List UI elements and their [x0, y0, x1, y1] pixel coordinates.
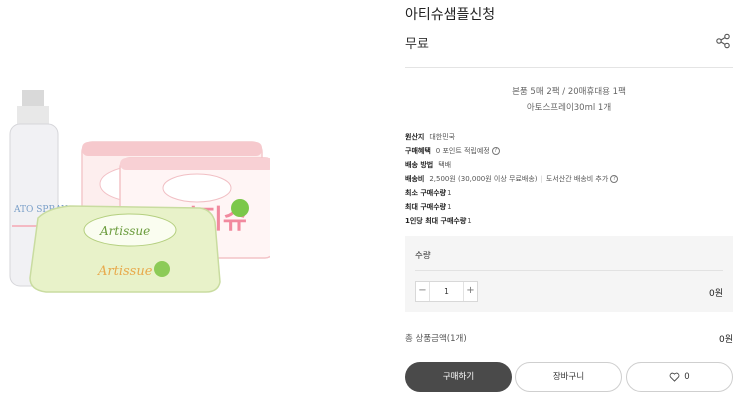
decrease-quantity-button[interactable]: − — [416, 282, 430, 301]
green-wipes-pack: Artissue Artissue — [29, 205, 221, 293]
min-qty-value: 1 — [447, 189, 452, 197]
info-benefit: 구매혜택 0 포인트 적립예정? — [405, 146, 500, 156]
min-qty-label: 최소 구매수량 — [405, 189, 447, 197]
add-to-cart-button[interactable]: 장바구니 — [515, 362, 622, 392]
origin-label: 원산지 — [405, 133, 425, 141]
max-qty-label: 최대 구매수량 — [405, 203, 447, 211]
svg-text:Artissue: Artissue — [99, 224, 150, 238]
ship-extra-fee: 도서산간 배송비 추가 — [545, 175, 609, 183]
description-line-1: 본품 5매 2팩 / 20매휴대용 1팩 — [512, 87, 626, 97]
quantity-stepper: − 1 + — [415, 281, 478, 302]
per-person-value: 1 — [467, 217, 472, 225]
wishlist-button[interactable]: 0 — [626, 362, 733, 392]
info-origin: 원산지 대한민국 — [405, 132, 455, 142]
product-price: 무료 — [405, 37, 429, 52]
benefit-label: 구매혜택 — [405, 147, 431, 155]
ship-method-label: 배송 방법 — [405, 161, 434, 169]
buy-now-button[interactable]: 구매하기 — [405, 362, 512, 392]
product-title: 아티슈샘플신청 — [405, 7, 496, 23]
max-qty-value: 1 — [447, 203, 452, 211]
wishlist-count: 0 — [684, 372, 690, 382]
info-ship-method: 배송 방법 택배 — [405, 160, 451, 170]
info-per-person-qty: 1인당 최대 구매수량1 — [405, 216, 472, 226]
share-icon[interactable] — [715, 33, 731, 49]
origin-value: 대한민국 — [429, 133, 456, 141]
info-min-qty: 최소 구매수량1 — [405, 188, 452, 198]
info-max-qty: 최대 구매수량1 — [405, 202, 452, 212]
ship-fee-label: 배송비 — [405, 175, 425, 183]
divider — [405, 67, 733, 68]
divider — [415, 270, 723, 271]
ship-method-value: 택배 — [438, 161, 452, 169]
total-label: 총 상품금액(1개) — [405, 334, 467, 344]
svg-text:Artissue: Artissue — [97, 264, 153, 279]
benefit-value: 0 포인트 적립예정 — [435, 147, 490, 155]
help-icon[interactable]: ? — [491, 147, 500, 155]
line-price: 0원 — [708, 289, 723, 299]
total-value: 0원 — [718, 335, 733, 345]
info-ship-fee: 배송비 2,500원 (30,000원 이상 무료배송) | 도서산간 배송비 추가? — [405, 174, 619, 184]
product-image: 아티슈 ATO SPRAY Artissue Artissue — [0, 60, 276, 310]
quantity-input[interactable]: 1 — [430, 282, 463, 301]
per-person-label: 1인당 최대 구매수량 — [405, 217, 467, 225]
description-line-2: 아토스프레이30ml 1개 — [526, 103, 612, 113]
quantity-panel: 수량 − 1 + 0원 — [405, 236, 733, 312]
heart-icon — [669, 372, 680, 382]
separator: | — [540, 175, 543, 183]
product-photo: 아티슈 ATO SPRAY Artissue Artissue — [9, 90, 276, 293]
ship-fee-value: 2,500원 (30,000원 이상 무료배송) — [429, 175, 538, 183]
increase-quantity-button[interactable]: + — [463, 282, 477, 301]
quantity-label: 수량 — [415, 251, 431, 261]
help-icon[interactable]: ? — [610, 175, 619, 183]
